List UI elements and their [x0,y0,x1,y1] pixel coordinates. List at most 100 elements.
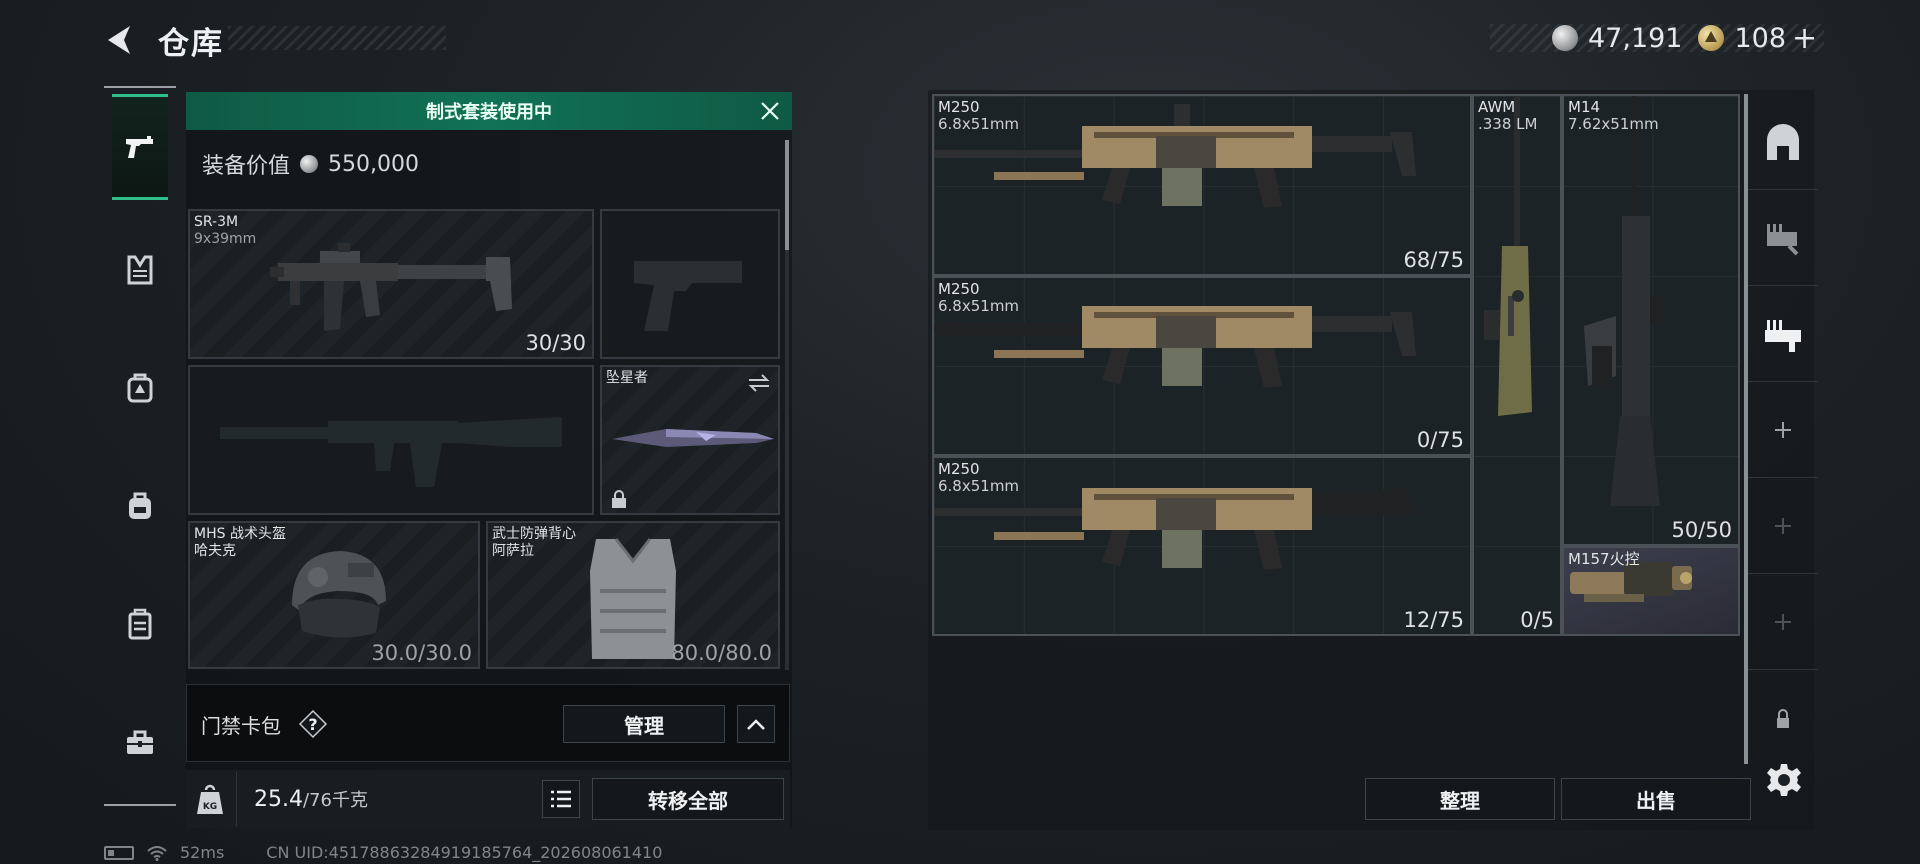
slot-helmet[interactable]: MHS 战术头盔 哈夫克 30.0/30.0 [188,521,480,669]
storage-item-awm[interactable]: AWM .338 LM 0/5 [1472,94,1562,636]
sr3m-rifle-icon [270,243,512,331]
uid-text: CN UID:4517886328491918576​4_20260806141… [266,843,663,862]
slot-secondary-weapon[interactable] [188,365,594,515]
item-ammo-count: 68/75 [1403,248,1464,272]
equipment-value: 装备价值 550,000 [202,148,419,180]
slot-sidearm[interactable] [600,209,780,359]
helmet-icon [292,551,386,638]
chevron-up-icon [747,719,765,730]
transfer-all-button[interactable]: 转移全部 [592,778,784,820]
rifle-silhouette-icon [220,417,562,487]
item-name: M250 [938,460,980,478]
pistol-silhouette-icon [634,261,742,331]
item-caliber: 6.8x51mm [938,297,1020,315]
item-name: AWM [1478,98,1516,116]
category-backpack[interactable] [112,452,168,560]
storage-tab-add[interactable] [1748,478,1818,574]
item-name: M250 [938,280,980,298]
slot-durability: 30.0/30.0 [371,641,472,665]
sort-button[interactable]: 整理 [1365,778,1555,820]
category-hazard-bag[interactable] [112,334,168,442]
item-name: M250 [938,98,980,116]
slot-melee[interactable]: 坠星者 [600,365,780,515]
slot-durability: 80.0/80.0 [671,641,772,665]
divider [236,772,237,826]
weight-current: 25.4 [254,787,303,812]
storage-item-m157-fire-control[interactable]: M157火控 [1562,546,1740,636]
gold-coin-icon [1698,25,1725,51]
manage-button[interactable]: 管理 [563,705,725,743]
slot-item-brand: 阿萨拉 [492,543,534,559]
loadout-scroll-thumb[interactable] [785,140,789,250]
currency-secondary: 108 [1734,22,1787,54]
category-case[interactable] [112,570,168,678]
weight-capacity: /76千克 [302,790,368,811]
lock-icon [612,490,626,508]
pistol-icon [126,136,153,158]
m14-rifle-icon [1584,96,1664,506]
equipment-value-amount: 550,000 [328,151,419,177]
silver-coin-icon [1552,25,1578,51]
item-ammo-count: 12/75 [1403,608,1464,632]
carry-weight: 25.4/76千克 [254,786,368,812]
silver-coin-icon [300,155,319,173]
case-icon [128,608,152,640]
storage-tab-rail [1748,94,1818,774]
slot-armor[interactable]: 武士防弹背心 阿萨拉 80.0/80.0 [486,521,780,669]
slot-item-caliber: 9x39mm [194,231,257,247]
item-caliber: .338 LM [1478,115,1538,133]
slot-ammo-count: 30/30 [525,331,586,355]
gear-icon[interactable] [1766,762,1802,798]
item-caliber: 6.8x51mm [938,115,1020,133]
storage-tab-add[interactable] [1748,574,1818,670]
slot-primary-weapon[interactable]: SR-3M 9x39mm 30/30 [188,209,594,359]
list-icon [551,790,571,808]
help-glyph: ? [308,715,317,734]
banner-text: 制式套装使用中 [426,102,552,123]
storage-item-m14[interactable]: M14 7.62x51mm 50/50 [1562,94,1740,546]
item-caliber: 7.62x51mm [1568,115,1659,133]
storage-tab-locked[interactable] [1748,670,1818,766]
storage-tab-parts[interactable] [1748,190,1818,286]
category-vest[interactable] [112,216,168,324]
storage-item-m250[interactable]: M250 6.8x51mm 12/75 [932,456,1472,636]
page-title: 仓库 [158,26,224,62]
equipment-value-label: 装备价值 [202,154,291,179]
title-decoration [228,26,446,50]
card-bag-label: 门禁卡包 [201,714,281,738]
help-icon[interactable]: ? [298,709,328,739]
storage-tab-add[interactable] [1748,382,1818,478]
storage-item-m250[interactable]: M250 6.8x51mm 68/75 [932,94,1472,276]
add-slot-icon [1775,613,1791,630]
battery-icon [104,845,134,860]
close-icon[interactable] [756,97,784,125]
storage-tab-weapons[interactable] [1748,286,1818,382]
item-ammo-count: 0/5 [1520,608,1554,632]
swap-arrows-icon[interactable] [746,373,772,393]
item-name: M157火控 [1568,550,1640,568]
item-name: M14 [1568,98,1601,116]
wifi-icon [147,845,167,861]
knife-icon [612,429,774,447]
list-view-button[interactable] [542,780,580,818]
slot-item-brand: 哈夫克 [194,543,236,559]
collapse-button[interactable] [737,705,775,743]
currency-bar: 47,191 108 + [1552,20,1817,56]
loadout-status-banner: 制式套装使用中 [186,92,792,130]
add-slot-icon [1775,421,1791,438]
ping-text: 52ms [180,843,225,862]
storage-tab-vault[interactable] [1748,94,1818,190]
awm-sniper-rifle-icon [1484,96,1532,416]
storage-item-m250[interactable]: M250 6.8x51mm 0/75 [932,276,1472,456]
add-slot-icon [1775,517,1791,534]
toolbox-icon [127,730,153,754]
category-weapons[interactable] [112,94,168,200]
category-toolbox[interactable] [112,688,168,796]
backpack-hazard-icon [127,373,153,403]
item-caliber: 6.8x51mm [938,477,1020,495]
weapon-gear-icon [1765,319,1801,352]
svg-text:KG: KG [203,802,217,812]
add-currency-button[interactable]: + [1792,21,1817,56]
back-arrow-icon[interactable] [100,20,140,60]
sell-button[interactable]: 出售 [1561,778,1751,820]
